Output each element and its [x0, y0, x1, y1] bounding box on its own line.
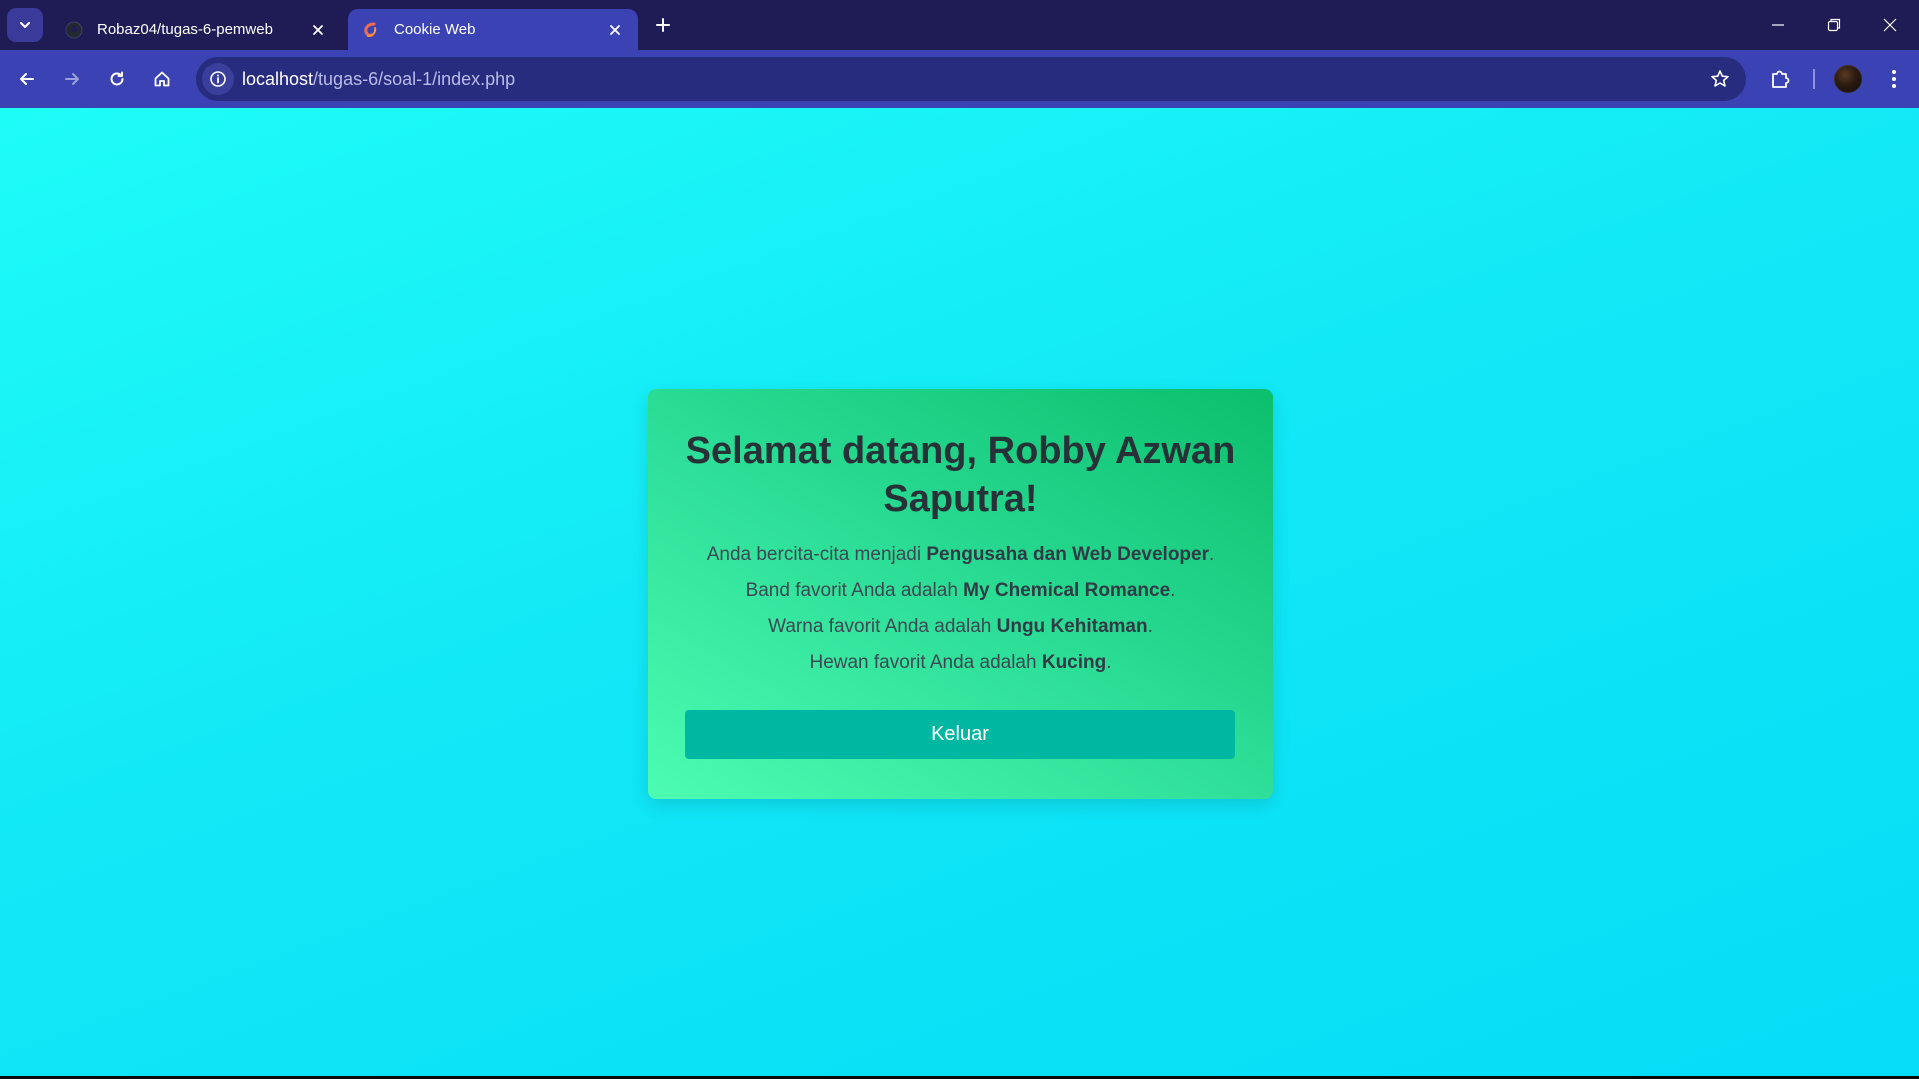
info-text: Hewan favorit Anda adalah: [809, 652, 1042, 673]
welcome-card: Selamat datang, Robby Azwan Saputra! And…: [648, 389, 1273, 799]
info-suffix: .: [1170, 580, 1176, 601]
bookmark-button[interactable]: [1704, 63, 1736, 95]
home-icon: [154, 71, 170, 87]
browser-menu-button[interactable]: [1876, 61, 1912, 97]
close-icon[interactable]: [604, 19, 626, 41]
minimize-icon: [1772, 24, 1784, 26]
window-close-button[interactable]: [1862, 0, 1918, 50]
url-text[interactable]: localhost/tugas-6/soal-1/index.php: [242, 57, 515, 101]
extensions-button[interactable]: [1762, 61, 1798, 97]
home-button[interactable]: [144, 61, 180, 97]
browser-window: Robaz04/tugas-6-pemweb Cookie Web localh…: [0, 0, 1919, 1079]
info-line-warna: Warna favorit Anda adalah Ungu Kehitaman…: [658, 609, 1263, 645]
reload-icon: [110, 71, 124, 86]
info-value: Pengusaha dan Web Developer: [926, 544, 1209, 565]
info-text: Anda bercita-cita menjadi: [706, 544, 927, 565]
new-tab-button[interactable]: [650, 12, 676, 38]
toolbar-divider: [1813, 69, 1815, 89]
xampp-icon: [362, 21, 380, 39]
info-line-cita-cita: Anda bercita-cita menjadi Pengusaha dan …: [658, 537, 1263, 573]
kebab-menu-icon: [1892, 70, 1896, 88]
restore-button[interactable]: [1806, 0, 1862, 50]
info-line-band: Band favorit Anda adalah My Chemical Rom…: [658, 573, 1263, 609]
info-icon: [210, 71, 226, 87]
info-suffix: .: [1209, 544, 1215, 565]
info-value: Kucing: [1041, 652, 1107, 673]
back-button[interactable]: [9, 61, 45, 97]
tab-cookie-web[interactable]: Cookie Web: [348, 9, 638, 50]
site-info-button[interactable]: [202, 63, 234, 95]
forward-button[interactable]: [54, 61, 90, 97]
url-host: localhost: [242, 69, 314, 89]
info-suffix: .: [1106, 652, 1112, 673]
puzzle-icon: [1772, 70, 1790, 88]
arrow-right-icon: [65, 73, 79, 85]
close-icon[interactable]: [307, 19, 329, 41]
page-viewport: Selamat datang, Robby Azwan Saputra! And…: [0, 108, 1919, 1079]
info-text: Band favorit Anda adalah: [745, 580, 964, 601]
browser-toolbar: localhost/tugas-6/soal-1/index.php: [0, 50, 1919, 108]
tab-github[interactable]: Robaz04/tugas-6-pemweb: [51, 9, 341, 50]
url-path: /tugas-6/soal-1/index.php: [313, 69, 516, 89]
info-text: Warna favorit Anda adalah: [768, 616, 997, 637]
tab-title: Cookie Web: [394, 21, 476, 38]
minimize-button[interactable]: [1750, 0, 1806, 50]
tab-search-button[interactable]: [7, 8, 43, 42]
restore-icon: [1827, 18, 1841, 32]
reload-button[interactable]: [99, 61, 135, 97]
tab-strip: Robaz04/tugas-6-pemweb Cookie Web: [0, 0, 1919, 50]
github-icon: [65, 21, 83, 39]
close-icon: [1883, 18, 1897, 32]
star-icon: [1711, 70, 1729, 87]
address-bar[interactable]: localhost/tugas-6/soal-1/index.php: [196, 57, 1746, 101]
avatar[interactable]: [1834, 65, 1862, 93]
info-line-hewan: Hewan favorit Anda adalah Kucing.: [658, 645, 1263, 681]
arrow-left-icon: [20, 73, 34, 85]
plus-icon: [656, 18, 670, 32]
info-suffix: .: [1147, 616, 1153, 637]
chevron-down-icon: [20, 22, 30, 28]
info-value: My Chemical Romance: [963, 580, 1171, 601]
info-list: Anda bercita-cita menjadi Pengusaha dan …: [658, 537, 1263, 681]
tab-title: Robaz04/tugas-6-pemweb: [97, 21, 273, 38]
info-value: Ungu Kehitaman: [996, 616, 1148, 637]
logout-button[interactable]: Keluar: [685, 710, 1235, 759]
welcome-title: Selamat datang, Robby Azwan Saputra!: [685, 430, 1236, 520]
